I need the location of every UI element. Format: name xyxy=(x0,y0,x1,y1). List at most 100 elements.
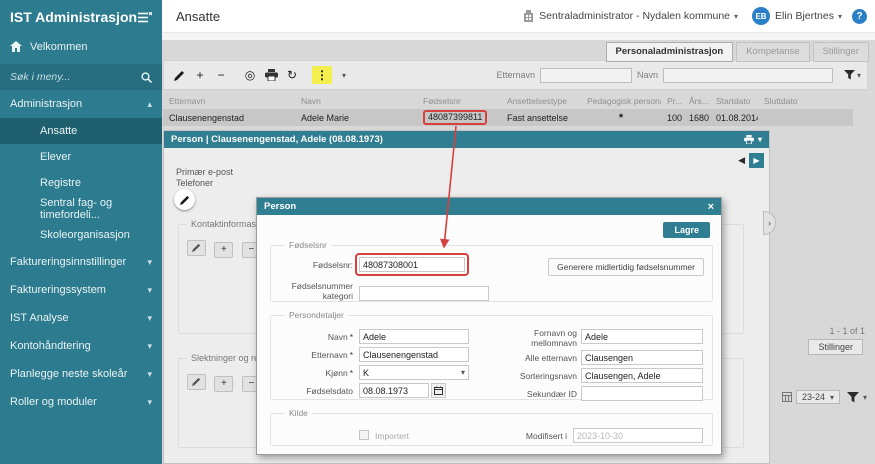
navn-filter-input[interactable] xyxy=(663,68,833,83)
sidebar-item-skoleorganisasjon[interactable]: Skoleorganisasjon xyxy=(0,222,162,248)
fornavn-mellomnavn-input[interactable] xyxy=(581,329,703,344)
print-icon[interactable] xyxy=(262,66,280,84)
filter-menu[interactable]: ▾ xyxy=(844,70,861,80)
school-year-select[interactable]: 23-24 ▾ xyxy=(796,390,840,404)
fodselsnr-fieldset: Fødselsnr Fødselsnr: Generere midlertidi… xyxy=(270,240,713,302)
section-label: Planlegge neste skoleår xyxy=(10,368,127,380)
sidebar-section-faktureringsinnstillinger[interactable]: Faktureringsinnstillinger ▾ xyxy=(0,248,162,276)
modal-title: Person xyxy=(264,201,296,212)
required-marker: * xyxy=(350,350,353,360)
col-ars[interactable]: Års... xyxy=(683,96,710,106)
edit-icon[interactable] xyxy=(187,374,206,390)
cell-startdato: 01.08.2014 xyxy=(710,113,758,123)
add-icon[interactable]: + xyxy=(214,242,233,258)
navn-input[interactable] xyxy=(359,329,469,344)
user-menu[interactable]: Elin Bjertnes xyxy=(775,10,834,22)
etternavn-filter-input[interactable] xyxy=(540,68,632,83)
calendar-icon[interactable] xyxy=(431,383,446,398)
edit-icon[interactable] xyxy=(170,66,188,84)
fodselsdato-label: Fødselsdato xyxy=(275,386,353,396)
alle-etternavn-input[interactable] xyxy=(581,350,703,365)
panel-header-icons: ▾ xyxy=(744,135,762,144)
sidebar-item-velkommen[interactable]: Velkommen xyxy=(0,32,162,61)
funnel-icon[interactable] xyxy=(847,392,859,403)
next-record-icon[interactable]: ▶ xyxy=(749,153,764,168)
col-startdato[interactable]: Startdato xyxy=(710,96,758,106)
col-navn[interactable]: Navn xyxy=(295,96,417,106)
person-panel-title: Person | Clausenengenstad, Adele (08.08.… xyxy=(171,134,383,145)
help-icon[interactable]: ? xyxy=(852,9,867,24)
phones-label: Telefoner xyxy=(176,178,213,188)
chevron-down-icon[interactable]: ▾ xyxy=(863,393,867,402)
table-row[interactable]: Clausenengenstad Adele Marie 48087399811… xyxy=(163,109,853,126)
sorteringsnavn-input[interactable] xyxy=(581,368,703,383)
label-text: Kjønn xyxy=(325,368,347,378)
importert-checkbox[interactable] xyxy=(359,430,369,440)
chevron-down-icon[interactable]: ▾ xyxy=(335,66,353,84)
col-fodselsnr[interactable]: Fødselsnr xyxy=(417,96,501,106)
col-pedagogisk[interactable]: Pedagogisk personale xyxy=(581,96,661,106)
sidebar-item-label: Sentral fag- og timefordeli... xyxy=(40,197,152,221)
etternavn-input[interactable] xyxy=(359,347,469,362)
previous-record-icon[interactable]: ◀ xyxy=(738,155,745,166)
sidebar-section-administrasjon[interactable]: Administrasjon ▴ xyxy=(0,90,162,118)
avatar[interactable]: EB xyxy=(752,7,770,25)
sidebar-section-planlegge[interactable]: Planlegge neste skoleår ▾ xyxy=(0,360,162,388)
more-actions-icon[interactable]: ⋮ xyxy=(312,66,332,84)
col-etternavn[interactable]: Etternavn xyxy=(163,96,295,106)
chevron-down-icon: ▾ xyxy=(461,368,465,377)
tab-kompetanse[interactable]: Kompetanse xyxy=(736,42,809,62)
edit-person-button[interactable] xyxy=(174,189,195,210)
add-icon[interactable]: + xyxy=(214,376,233,392)
sidebar-item-sentral-fag[interactable]: Sentral fag- og timefordeli... xyxy=(0,196,162,222)
section-label: Faktureringssystem xyxy=(10,284,106,296)
col-sluttdato[interactable]: Sluttdato xyxy=(758,96,853,106)
role-selector[interactable]: Sentraladministrator - Nydalen kommune xyxy=(539,10,730,22)
chevron-down-icon[interactable]: ▾ xyxy=(758,135,762,144)
close-icon[interactable]: × xyxy=(708,201,714,213)
stillinger-section-tab[interactable]: Stillinger xyxy=(808,339,863,355)
building-icon xyxy=(523,10,534,22)
col-pr[interactable]: Pr... xyxy=(661,96,683,106)
search-placeholder: Søk i meny... xyxy=(10,71,70,83)
tab-personaladministrasjon[interactable]: Personaladministrasjon xyxy=(606,42,734,62)
col-ansettelsestype[interactable]: Ansettelsestype xyxy=(501,96,581,106)
record-pager: ◀ ▶ xyxy=(738,153,764,168)
section-label: Administrasjon xyxy=(10,98,82,110)
sidebar: IST Administrasjon Velkommen Søk i meny.… xyxy=(0,0,162,464)
fodselsnr-input[interactable] xyxy=(359,257,465,272)
add-icon[interactable]: + xyxy=(191,66,209,84)
refresh-icon[interactable]: ↻ xyxy=(283,66,301,84)
kjonn-select[interactable]: K ▾ xyxy=(359,365,469,380)
sidebar-item-elever[interactable]: Elever xyxy=(0,144,162,170)
etternavn-label: Etternavn* xyxy=(275,350,353,360)
save-button[interactable]: Lagre xyxy=(663,222,710,238)
sidebar-item-registre[interactable]: Registre xyxy=(0,170,162,196)
fodselsnr-legend: Fødselsnr xyxy=(285,240,331,250)
modifisert-label: Modifisert i xyxy=(489,431,567,441)
required-marker: * xyxy=(350,332,353,342)
sidebar-section-faktureringssystem[interactable]: Faktureringssystem ▾ xyxy=(0,276,162,304)
panel-expand-handle[interactable]: › xyxy=(763,211,776,235)
person-modal: Person × Lagre Fødselsnr Fødselsnr: Gene… xyxy=(256,197,722,455)
sidebar-section-ist-analyse[interactable]: IST Analyse ▾ xyxy=(0,304,162,332)
tab-stillinger[interactable]: Stillinger xyxy=(813,42,869,62)
sekundar-id-input[interactable] xyxy=(581,386,703,401)
sidebar-section-kontohandtering[interactable]: Kontohåndtering ▾ xyxy=(0,332,162,360)
cell-etternavn: Clausenengenstad xyxy=(163,113,295,123)
edit-icon[interactable] xyxy=(187,240,206,256)
section-label: Faktureringsinnstillinger xyxy=(10,256,126,268)
fodselsnummer-kategori-input[interactable] xyxy=(359,286,489,301)
fodselsnummer-kategori-label: Fødselsnummer kategori xyxy=(275,282,353,302)
sidebar-search[interactable]: Søk i meny... xyxy=(0,64,162,90)
sidebar-section-roller[interactable]: Roller og moduler ▾ xyxy=(0,388,162,416)
sidebar-item-ansatte[interactable]: Ansatte xyxy=(0,118,162,144)
chevron-down-icon: ▾ xyxy=(734,12,738,21)
print-icon[interactable] xyxy=(744,135,754,144)
generate-fodselsnummer-button[interactable]: Generere midlertidig fødselsnummer xyxy=(548,258,704,276)
details-icon[interactable]: ◎ xyxy=(241,66,259,84)
remove-icon[interactable]: − xyxy=(212,66,230,84)
fodselsdato-input[interactable] xyxy=(359,383,429,398)
header-divider xyxy=(162,33,875,40)
sidebar-collapse-icon[interactable] xyxy=(138,12,152,23)
